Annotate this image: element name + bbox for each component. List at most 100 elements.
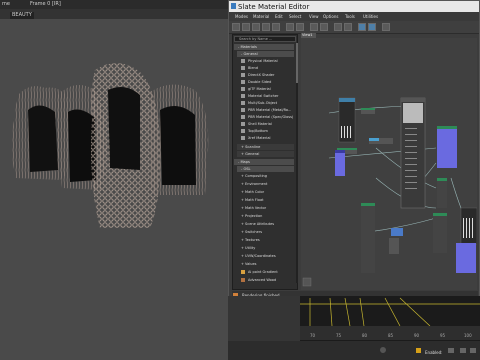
category-osl[interactable]: - OSL bbox=[237, 166, 294, 172]
list-item[interactable]: Blend bbox=[241, 65, 294, 71]
list-item[interactable]: + Compositing bbox=[241, 173, 294, 179]
put-material-icon[interactable] bbox=[252, 23, 260, 31]
hair-render-image bbox=[12, 62, 209, 228]
layout-children-icon[interactable] bbox=[344, 23, 352, 31]
list-item[interactable]: + Projection bbox=[241, 213, 294, 219]
item-label: PBR Material (Metal/Ro... bbox=[248, 108, 292, 112]
list-item[interactable]: Double Sided bbox=[241, 79, 294, 85]
enabled-label: Enabled: bbox=[425, 350, 443, 355]
list-item[interactable]: Multi/Sub-Object bbox=[241, 100, 294, 106]
item-label: Math Float bbox=[245, 198, 264, 202]
item-label: Physical Material bbox=[248, 59, 278, 63]
material-swatch-icon bbox=[241, 122, 245, 126]
time-tick: 85 bbox=[388, 333, 394, 338]
list-item[interactable]: + Textures bbox=[241, 237, 294, 243]
material-swatch-icon bbox=[241, 87, 245, 91]
list-item[interactable]: + Switchers bbox=[241, 229, 294, 235]
map-swatch-icon bbox=[241, 278, 245, 282]
list-item[interactable]: + Utility bbox=[241, 245, 294, 251]
list-item[interactable]: Top/Bottom bbox=[241, 128, 294, 134]
material-swatch-icon bbox=[241, 136, 245, 140]
item-label: Ai point Gradient bbox=[248, 270, 278, 274]
list-item[interactable]: + Environment bbox=[241, 181, 294, 187]
material-swatch-icon bbox=[241, 108, 245, 112]
select-tool-icon[interactable] bbox=[232, 23, 240, 31]
menu-view[interactable]: View bbox=[309, 14, 319, 19]
add-time-tag-icon[interactable] bbox=[380, 347, 386, 353]
material-swatch-icon bbox=[241, 115, 245, 119]
menu-select[interactable]: Select bbox=[289, 14, 301, 19]
list-item[interactable]: PBR Material (Spec/Gloss) bbox=[241, 114, 294, 120]
menu-material[interactable]: Material bbox=[253, 14, 269, 19]
item-label: Blend bbox=[248, 66, 258, 70]
transform-icon[interactable] bbox=[448, 348, 454, 353]
material-swatch-icon bbox=[241, 101, 245, 105]
hide-unused-icon[interactable] bbox=[296, 23, 304, 31]
app-icon bbox=[231, 3, 236, 9]
item-label: Projection bbox=[245, 214, 263, 218]
list-item[interactable]: + Math Float bbox=[241, 197, 294, 203]
move-children-icon[interactable] bbox=[286, 23, 294, 31]
browser-search-input[interactable]: Search by Name ... bbox=[234, 36, 296, 42]
list-item[interactable]: DirectX Shader bbox=[241, 72, 294, 78]
menu-modes[interactable]: Modes bbox=[235, 14, 248, 19]
list-item[interactable]: Ai point Gradient bbox=[241, 269, 294, 275]
time-tick: 95 bbox=[440, 333, 446, 338]
timeline-left-panel bbox=[228, 296, 300, 341]
item-label: Compositing bbox=[245, 174, 267, 178]
list-item[interactable]: Advanced Wood bbox=[241, 277, 294, 283]
list-item[interactable]: + Math Color bbox=[241, 189, 294, 195]
list-item[interactable]: + Values bbox=[241, 261, 294, 267]
node-view-canvas[interactable] bbox=[301, 38, 478, 290]
list-item[interactable]: + Scene Attributes bbox=[241, 221, 294, 227]
item-label: Material Switcher bbox=[248, 94, 279, 98]
item-label: Math Color bbox=[245, 190, 265, 194]
grid-icon[interactable] bbox=[460, 348, 466, 353]
lock-icon[interactable] bbox=[416, 348, 421, 353]
category-general[interactable]: - General bbox=[237, 51, 294, 57]
pick-material-icon[interactable] bbox=[242, 23, 250, 31]
item-label: Scene Attributes bbox=[245, 222, 275, 226]
assign-material-icon[interactable] bbox=[262, 23, 270, 31]
list-item[interactable]: PBR Material (Metal/Ro... bbox=[241, 107, 294, 113]
category-general-2[interactable]: + General bbox=[237, 151, 294, 157]
material-swatch-icon bbox=[241, 59, 245, 63]
settings-icon[interactable] bbox=[470, 348, 476, 353]
menu-tools[interactable]: Tools bbox=[345, 14, 355, 19]
list-item[interactable]: Material Switcher bbox=[241, 93, 294, 99]
item-label: Math Vector bbox=[245, 206, 267, 210]
show-background-icon[interactable] bbox=[320, 23, 328, 31]
list-item[interactable]: + Math Vector bbox=[241, 205, 294, 211]
editor-title: Slate Material Editor bbox=[238, 3, 310, 11]
browser-scroll-thumb[interactable] bbox=[296, 43, 298, 83]
item-label: Shell Material bbox=[248, 122, 272, 126]
track-curves bbox=[300, 297, 480, 327]
parameter-editor-icon[interactable] bbox=[368, 23, 376, 31]
menu-edit[interactable]: Edit bbox=[275, 14, 283, 19]
material-swatch-icon bbox=[241, 73, 245, 77]
menu-utilities[interactable]: Utilities bbox=[363, 14, 378, 19]
item-label: Multi/Sub-Object bbox=[248, 101, 278, 105]
list-item[interactable]: Xref Material bbox=[241, 135, 294, 141]
show-map-icon[interactable] bbox=[310, 23, 318, 31]
time-tick: 70 bbox=[310, 333, 316, 338]
list-item[interactable]: Shell Material bbox=[241, 121, 294, 127]
category-materials[interactable]: - Materials bbox=[234, 44, 294, 50]
list-item[interactable]: + UVW/Coordinates bbox=[241, 253, 294, 259]
material-map-navigator-icon[interactable] bbox=[358, 23, 366, 31]
time-tick: 100 bbox=[464, 333, 472, 338]
delete-icon[interactable] bbox=[272, 23, 280, 31]
render-viewport[interactable]: me Frame 0 [IR] BEAUTY bbox=[0, 0, 228, 360]
menu-options[interactable]: Options bbox=[323, 14, 338, 19]
item-label: Double Sided bbox=[248, 80, 272, 84]
category-scanline[interactable]: + Scanline bbox=[237, 144, 294, 150]
category-maps[interactable]: - Maps bbox=[234, 159, 294, 165]
item-label: PBR Material (Spec/Gloss) bbox=[248, 115, 294, 119]
material-swatch-icon bbox=[241, 94, 245, 98]
color-node bbox=[335, 150, 345, 176]
select-by-material-icon[interactable] bbox=[382, 23, 390, 31]
list-item[interactable]: glTF Material bbox=[241, 86, 294, 92]
item-label: Top/Bottom bbox=[248, 129, 268, 133]
layout-all-icon[interactable] bbox=[334, 23, 342, 31]
list-item[interactable]: Physical Material bbox=[241, 58, 294, 64]
